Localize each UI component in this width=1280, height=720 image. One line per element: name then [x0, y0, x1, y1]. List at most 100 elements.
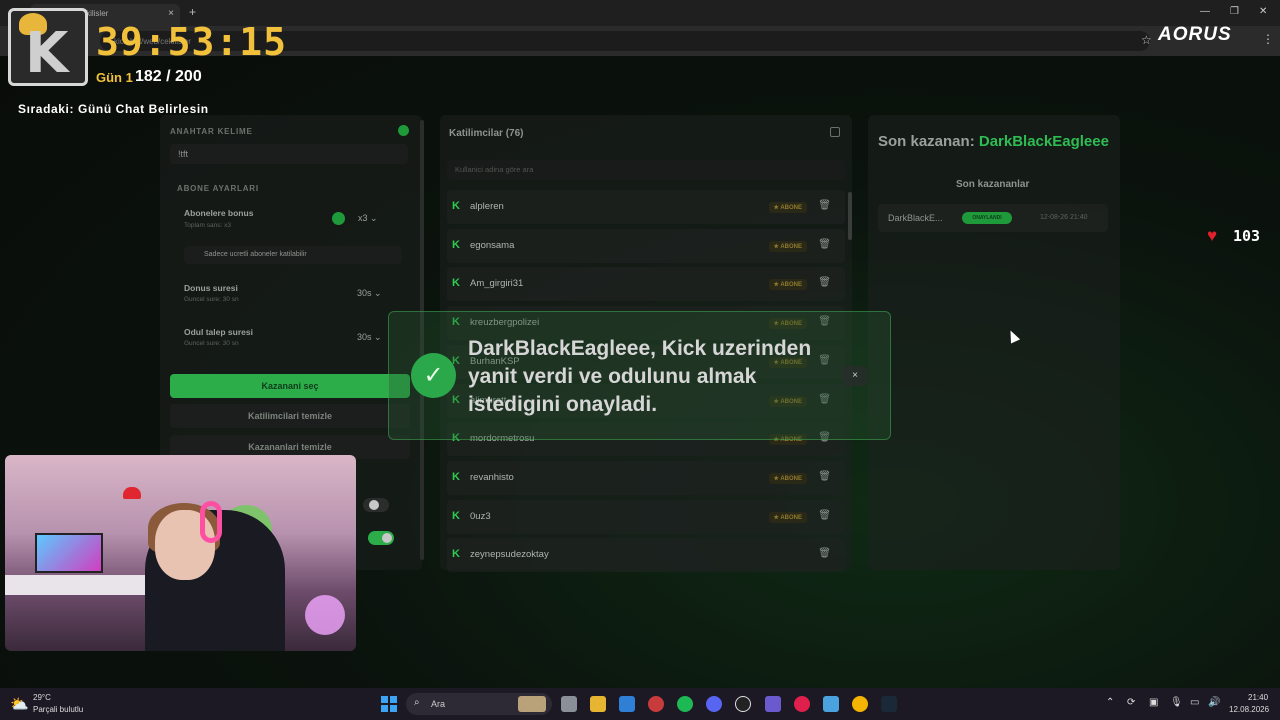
participant-row[interactable]: K 0uz3 ★ ABONE 🗑 [447, 499, 845, 534]
bookmark-star-icon[interactable]: ☆ [1141, 33, 1152, 47]
participant-row[interactable]: K Am_girgiri31 ★ ABONE 🗑 [447, 267, 845, 302]
network-icon[interactable]: ▭ [1190, 697, 1199, 708]
spotify-icon[interactable] [677, 696, 693, 712]
subscriber-badge: ★ ABONE [768, 511, 807, 523]
countdown-timer: 39:53:15 [96, 20, 288, 64]
sub-bonus-toggle[interactable] [332, 212, 345, 225]
folder-tray-icon[interactable]: ▣ [1149, 697, 1158, 708]
close-window-icon[interactable]: ✕ [1259, 6, 1267, 17]
volume-icon[interactable]: 🔊 [1208, 697, 1220, 708]
microphone-icon[interactable]: 🎙 [1170, 697, 1183, 708]
kick-icon: K [452, 277, 460, 290]
aorus-logo: AORUS [1158, 24, 1232, 45]
sub-bonus-title: Abonelere bonus [184, 208, 254, 218]
participant-row[interactable]: Kegonsama ★ ABONE 🗑 [447, 228, 845, 263]
trash-icon[interactable]: 🗑 [818, 239, 831, 250]
participant-row[interactable]: Kalpleren ★ ABONE 🗑 [447, 190, 845, 224]
participant-name: alpleren [470, 201, 504, 212]
sub-bonus-select[interactable]: x3 ⌄ [358, 213, 378, 224]
participant-name: 0uz3 [470, 510, 491, 522]
kick-icon: K [452, 548, 460, 561]
trash-icon[interactable]: 🗑 [818, 277, 831, 288]
grid-app-icon[interactable] [765, 696, 781, 712]
participants-scrollbar[interactable] [848, 192, 852, 240]
pick-winner-button[interactable]: Kazanani seç [170, 374, 410, 398]
trash-icon[interactable]: 🗑 [818, 200, 831, 211]
participant-name: zeynepsudezoktay [470, 549, 549, 561]
headphones-icon [200, 501, 222, 543]
recent-winners-title: Son kazananlar [956, 179, 1030, 190]
toggle-on[interactable] [368, 531, 394, 545]
chevron-down-icon: ⌄ [374, 288, 382, 298]
browser-menu-icon[interactable]: ⋮ [1262, 32, 1274, 46]
day-count: 182 / 200 [135, 68, 202, 85]
heart-count: 103 [1233, 227, 1261, 245]
clock-time[interactable]: 21:40 [1248, 693, 1268, 702]
task-view-icon[interactable] [561, 696, 577, 712]
chrome-icon[interactable] [852, 696, 868, 712]
toggle-off[interactable] [363, 498, 389, 512]
chevron-down-icon: ⌄ [370, 213, 378, 223]
toggle-knob [382, 533, 392, 543]
kick-icon: K [452, 238, 460, 251]
mail-icon[interactable] [619, 696, 635, 712]
day-label: Gün 1 [96, 70, 133, 85]
steam-icon[interactable] [881, 696, 897, 712]
toggle-knob [369, 500, 379, 510]
sync-icon[interactable]: ⟳ [1127, 697, 1135, 708]
winner-time: 12-08-26 21:40 [1040, 214, 1088, 221]
clock-date[interactable]: 12.08.2026 [1229, 705, 1269, 714]
winner-name: DarkBlackE... [888, 213, 943, 223]
confirmed-badge: ONAYLANDI [962, 212, 1012, 224]
sub-bonus-value: x3 [358, 213, 368, 223]
tray-chevron-icon[interactable]: ⌃ [1106, 697, 1114, 708]
claim-sub: Guncel sure: 30 sn [184, 340, 239, 347]
discord-icon[interactable] [706, 696, 722, 712]
subscriber-badge: ★ ABONE [768, 279, 807, 291]
kick-icon: K [452, 509, 460, 522]
subscriber-badge: ★ ABONE [768, 202, 807, 213]
weather-icon[interactable]: ⛅ [10, 695, 29, 713]
file-explorer-icon[interactable] [590, 696, 606, 712]
paid-only-checkbox[interactable]: Sadece ucretli aboneler katilabilir [184, 246, 402, 264]
last-winner-prefix: Son kazanan: [878, 133, 975, 150]
sub-settings-label: ABONE AYARLARI [177, 184, 259, 193]
participant-row[interactable]: Krevanhisto ★ ABONE 🗑 [447, 460, 845, 495]
duration-select[interactable]: 30s ⌄ [357, 288, 382, 299]
last-winner-name: DarkBlackEagleee [978, 133, 1109, 150]
webcam-lamp [123, 487, 141, 499]
app-icon[interactable] [648, 696, 664, 712]
toast-close-button[interactable]: × [843, 366, 867, 386]
taskbar-search[interactable]: ⌕ Ara [406, 693, 552, 715]
close-tab-icon[interactable]: × [168, 8, 174, 19]
weather-temp: 29°C [33, 693, 51, 702]
claim-select[interactable]: 30s ⌄ [357, 332, 382, 343]
minimize-icon[interactable]: — [1200, 6, 1210, 17]
last-winner-title: Son kazanan: DarkBlackEagleee [878, 133, 1109, 150]
info-icon[interactable] [398, 125, 409, 136]
keyword-label: ANAHTAR KELIME [170, 127, 253, 136]
notes-icon[interactable] [823, 696, 839, 712]
winner-row[interactable]: DarkBlackE... ONAYLANDI 12-08-26 21:40 [878, 204, 1108, 232]
new-tab-icon[interactable]: + [189, 5, 196, 19]
trash-icon[interactable]: 🗑 [818, 548, 831, 559]
search-icon: ⌕ [414, 697, 420, 708]
trash-icon[interactable]: 🗑 [818, 510, 831, 521]
webcam-feed [5, 455, 356, 651]
trash-icon[interactable]: 🗑 [818, 471, 831, 482]
opera-icon[interactable] [794, 696, 810, 712]
windows-start-icon[interactable] [381, 696, 397, 712]
g-hub-icon[interactable] [735, 696, 751, 712]
kick-icon: K [452, 200, 460, 212]
maximize-icon[interactable]: ❐ [1230, 6, 1239, 17]
participant-row[interactable]: Kzeynepsudezoktay 🗑 [447, 538, 845, 573]
keyword-input[interactable]: !tft [170, 144, 408, 164]
webcam-monitor [35, 533, 103, 573]
copy-icon[interactable] [830, 127, 840, 137]
clear-participants-button[interactable]: Katilimcilari temizle [170, 404, 410, 428]
participant-search-input[interactable]: Kullanici adina göre ara [447, 160, 845, 180]
chevron-down-icon: ⌄ [374, 332, 382, 342]
duration-title: Donus suresi [184, 283, 238, 293]
participant-name: revanhisto [470, 471, 514, 483]
subscriber-badge: ★ ABONE [768, 240, 807, 252]
